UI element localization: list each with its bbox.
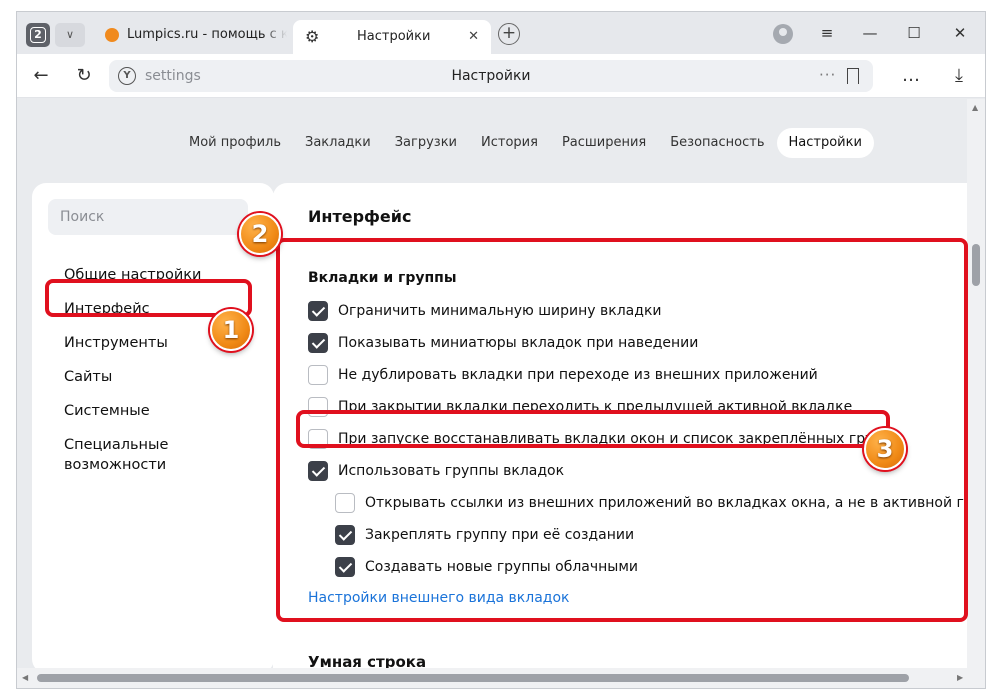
menu-icon[interactable]: ≡ [812, 20, 842, 46]
tab-settings[interactable]: ⚙ Настройки ✕ [293, 20, 491, 54]
topnav-bookmarks[interactable]: Закладки [293, 128, 383, 158]
back-arrow-icon[interactable]: ← [27, 62, 55, 90]
chevron-down-icon[interactable]: ∨ [55, 23, 85, 47]
scroll-left-icon[interactable]: ◀ [22, 673, 28, 682]
scroll-up-icon[interactable]: ▲ [972, 103, 978, 112]
topnav-settings[interactable]: Настройки [776, 128, 874, 158]
sidebar-item-sites[interactable]: Сайты [64, 367, 214, 387]
more-dots-icon[interactable]: ··· [819, 60, 836, 90]
vertical-scrollbar[interactable]: ▲ [967, 99, 985, 672]
close-tab-icon[interactable]: ✕ [468, 20, 479, 54]
sidebar-item-system[interactable]: Системные [64, 401, 214, 421]
download-icon[interactable]: ⤓ [945, 62, 973, 90]
new-tab-button[interactable]: + [498, 23, 520, 45]
tab-title: Настройки [357, 29, 431, 44]
step-badge-1: 1 [210, 309, 252, 351]
tab-lumpics[interactable]: Lumpics.ru - помощь с компьютером [97, 18, 287, 52]
tab-strip: 2 ∨ Lumpics.ru - помощь с компьютером ⚙ … [17, 12, 985, 54]
close-window-icon[interactable]: ✕ [945, 20, 975, 46]
topnav-downloads[interactable]: Загрузки [383, 128, 469, 158]
address-bar[interactable]: Y settings Настройки ··· [109, 60, 873, 92]
horizontal-scroll-thumb[interactable] [37, 674, 909, 682]
more-menu-icon[interactable]: … [897, 62, 925, 90]
topnav-extensions[interactable]: Расширения [550, 128, 658, 158]
horizontal-scrollbar[interactable]: ◀ ▶ [17, 668, 985, 688]
topnav-history[interactable]: История [469, 128, 550, 158]
settings-sidebar: Поиск Общие настройки Интерфейс Инструме… [32, 183, 274, 673]
address-page-title: Настройки [451, 68, 531, 84]
maximize-icon[interactable]: ☐ [899, 20, 929, 46]
scroll-right-icon[interactable]: ▶ [957, 673, 963, 682]
highlight-box-restore-option [296, 410, 890, 448]
reload-icon[interactable]: ↻ [70, 62, 98, 90]
vertical-scroll-thumb[interactable] [972, 244, 980, 286]
sidebar-item-tools[interactable]: Инструменты [64, 333, 214, 353]
gear-icon: ⚙ [305, 27, 320, 46]
topnav-profile[interactable]: Мой профиль [177, 128, 293, 158]
tab-count-label: 2 [30, 27, 46, 43]
topnav-security[interactable]: Безопасность [658, 128, 776, 158]
tab-count-button[interactable]: 2 [26, 23, 50, 47]
sidebar-item-accessibility[interactable]: Специальные возможности [64, 435, 214, 475]
settings-search-input[interactable]: Поиск [48, 199, 248, 235]
bookmark-icon[interactable] [847, 68, 859, 84]
minimize-icon[interactable]: — [855, 20, 885, 46]
step-badge-2: 2 [239, 213, 281, 255]
settings-top-nav: Мой профиль Закладки Загрузки История Ра… [177, 128, 874, 158]
step-badge-3: 3 [864, 428, 906, 470]
lumpics-favicon-icon [105, 28, 119, 42]
section-title-interface: Интерфейс [308, 207, 412, 226]
profile-avatar-icon[interactable] [773, 24, 793, 44]
address-bar-row: ← ↻ Y settings Настройки ··· … ⤓ [17, 54, 985, 98]
tab-title: Lumpics.ru - помощь с компьютером [127, 27, 287, 42]
